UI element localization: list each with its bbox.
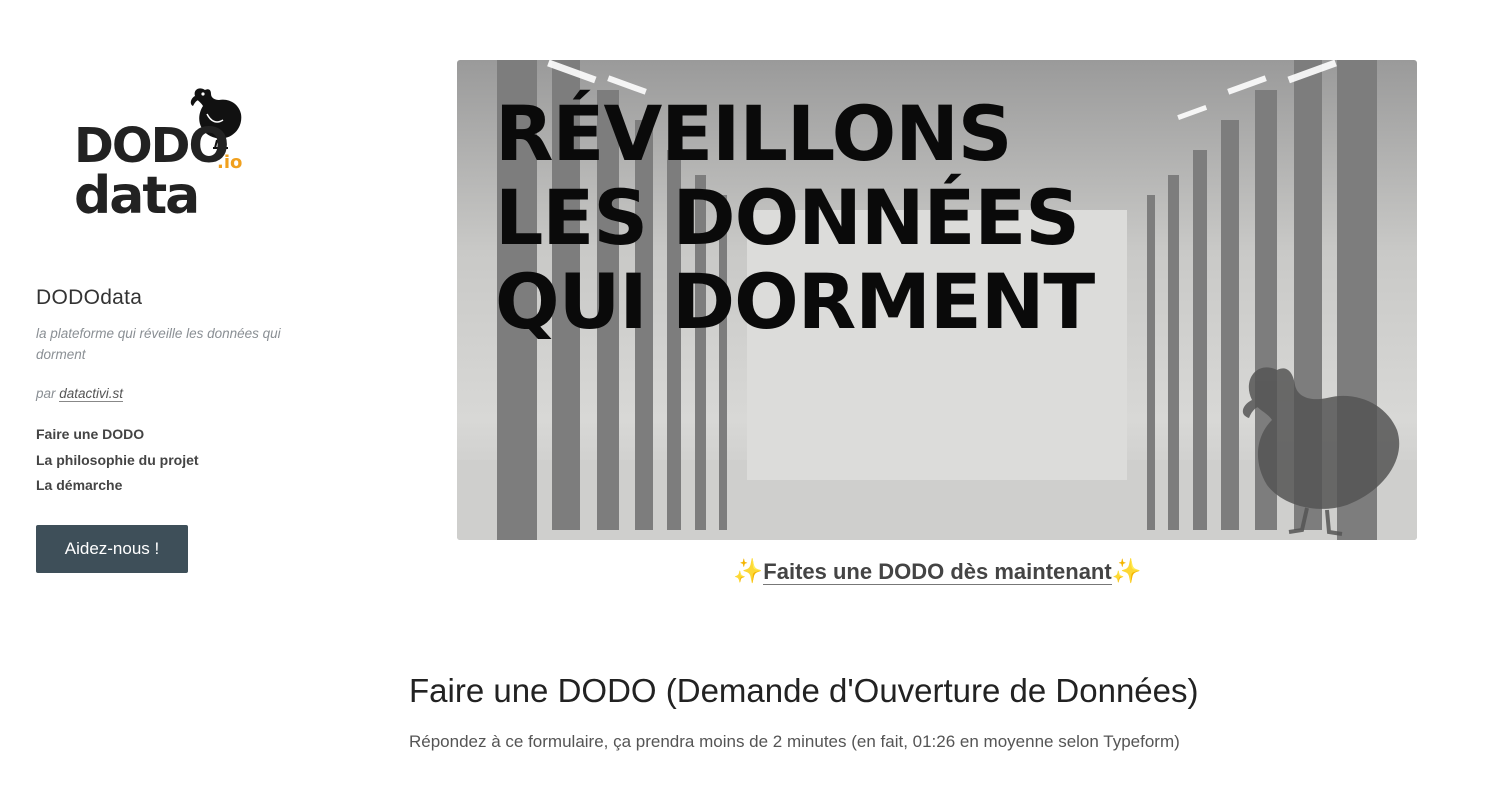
- cta-line: ✨Faites une DODO dès maintenant✨: [0, 557, 1495, 586]
- section-intro: Répondez à ce formulaire, ça prendra moi…: [409, 732, 1180, 751]
- nav-item-faire-une-dodo[interactable]: Faire une DODO: [36, 422, 199, 448]
- hero-headline: RÉVEILLONS LES DONNÉES QUI DORMENT: [495, 89, 1095, 346]
- byline: par datactivi.st: [36, 386, 124, 402]
- site-title[interactable]: DODOdata: [36, 286, 142, 310]
- hero-line-1: RÉVEILLONS: [495, 89, 1013, 178]
- logo-text-data: data: [74, 166, 200, 226]
- logo-text-dodo: DODO: [74, 118, 229, 174]
- sparkle-icon: ✨: [1111, 558, 1142, 585]
- sparkle-icon: ✨: [733, 558, 764, 585]
- hero-line-3: QUI DORMENT: [495, 257, 1095, 346]
- site-logo[interactable]: DODO .io data: [74, 84, 284, 224]
- logo-text-io: .io: [217, 152, 243, 173]
- page: DODO .io data DODOdata la plateforme qui…: [0, 0, 1495, 805]
- cta-link[interactable]: Faites une DODO dès maintenant: [763, 558, 1112, 585]
- site-tagline: la plateforme qui réveille les données q…: [36, 326, 281, 362]
- byline-link[interactable]: datactivi.st: [59, 386, 124, 402]
- hero-banner: RÉVEILLONS LES DONNÉES QUI DORMENT: [457, 60, 1417, 540]
- nav-item-philosophie[interactable]: La philosophie du projet: [36, 448, 199, 474]
- section-title: Faire une DODO (Demande d'Ouverture de D…: [409, 672, 1199, 709]
- hero-line-2: LES DONNÉES: [495, 173, 1080, 262]
- sidebar-nav: Faire une DODO La philosophie du projet …: [36, 422, 199, 499]
- nav-item-demarche[interactable]: La démarche: [36, 473, 199, 499]
- byline-prefix: par: [36, 386, 60, 401]
